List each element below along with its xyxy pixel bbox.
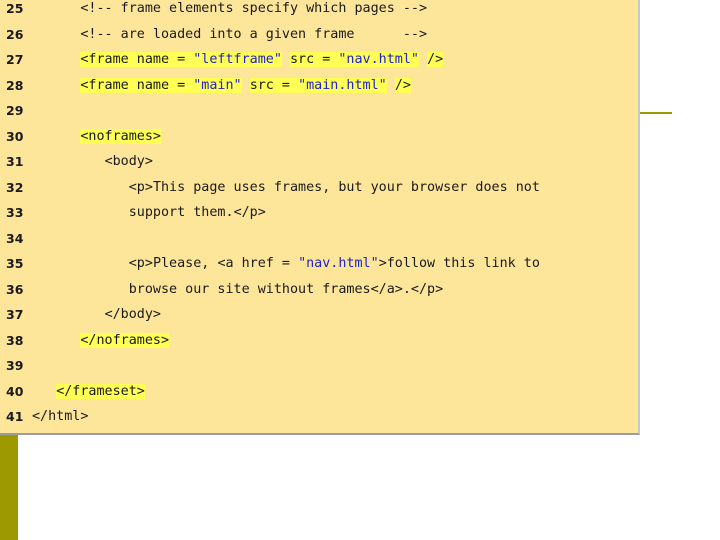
line-number: 38 — [6, 332, 24, 348]
code-token-tag: </noframes> — [80, 332, 170, 348]
code-token-tag: </body> — [104, 307, 161, 322]
code-token-tag: <p> — [128, 256, 153, 271]
line-number: 29 — [6, 103, 24, 118]
line-number: 34 — [6, 230, 24, 246]
code-token-tag: <frame name = — [80, 52, 194, 67]
code-token-comment: <!-- are loaded into a given frame --> — [80, 26, 428, 42]
code-token-tag: <body> — [104, 154, 153, 169]
line-number: 30 — [6, 128, 24, 144]
code-token-str: "nav.html" — [298, 256, 379, 271]
code-text: <!-- frame elements specify which pages … — [32, 0, 427, 19]
code-token-comment: <!-- frame elements specify which pages … — [80, 1, 428, 16]
code-text: support them.</p> — [32, 203, 266, 223]
line-number: 39 — [6, 358, 24, 373]
code-text: <frame name = "main" src = "main.html" /… — [32, 76, 411, 96]
code-text: </body> — [32, 305, 161, 325]
code-token-attr: src = — [290, 52, 339, 67]
code-token-tag: </frameset> — [56, 383, 145, 399]
slide-title-underline — [640, 112, 672, 114]
line-number: 40 — [6, 383, 24, 399]
code-token-tag: <noframes> — [80, 128, 161, 144]
code-text: </noframes> — [32, 331, 170, 351]
code-token-tag: </a> — [370, 281, 403, 297]
code-text: <noframes> — [32, 127, 161, 147]
code-token-tag: <frame name = — [80, 77, 194, 93]
code-token-tag: /> — [427, 52, 444, 67]
line-number: 35 — [6, 256, 24, 271]
code-token-tag: </p> — [233, 205, 266, 220]
line-number: 32 — [6, 179, 24, 195]
code-text: browse our site without frames</a>.</p> — [32, 280, 443, 300]
code-token-tag: > — [378, 256, 387, 271]
code-listing-panel: 25 <!-- frame elements specify which pag… — [0, 0, 640, 435]
code-token-attr: src = — [249, 77, 299, 93]
code-token-tag: <a href = — [217, 256, 299, 271]
line-number: 27 — [6, 52, 24, 67]
line-number: 37 — [6, 307, 24, 322]
line-number: 26 — [6, 26, 24, 42]
line-number: 33 — [6, 205, 24, 220]
line-number: 41 — [6, 409, 24, 424]
code-token-tag: /> — [394, 77, 411, 93]
code-token-tag: </html> — [32, 409, 89, 424]
code-token-text: support them. — [128, 205, 234, 220]
code-token-str: "main" — [193, 77, 242, 93]
code-token-str: "main.html" — [298, 77, 387, 93]
line-number: 31 — [6, 154, 24, 169]
code-token-text: This page uses frames, but your browser … — [152, 179, 540, 195]
line-number: 28 — [6, 77, 24, 93]
code-text: </html> — [32, 407, 88, 427]
code-token-str: "nav.html" — [338, 52, 419, 67]
code-token-text: follow this link to — [386, 256, 540, 271]
code-text: <frame name = "leftframe" src = "nav.htm… — [32, 50, 444, 70]
code-token-tag: </p> — [410, 281, 444, 297]
line-number: 25 — [6, 1, 24, 16]
line-number: 36 — [6, 281, 24, 297]
code-token-text: Please, — [152, 256, 218, 271]
code-text: <p>Please, <a href = "nav.html">follow t… — [32, 254, 540, 274]
code-text: </frameset> — [32, 382, 145, 402]
code-token-text: browse our site without frames — [128, 281, 371, 297]
code-token-str: "leftframe" — [193, 52, 282, 67]
code-token-text: . — [402, 281, 411, 297]
code-text: <body> — [32, 152, 153, 172]
code-text: <p>This page uses frames, but your brows… — [32, 178, 540, 198]
code-text: <!-- are loaded into a given frame --> — [32, 25, 427, 45]
code-token-tag: <p> — [128, 179, 153, 195]
